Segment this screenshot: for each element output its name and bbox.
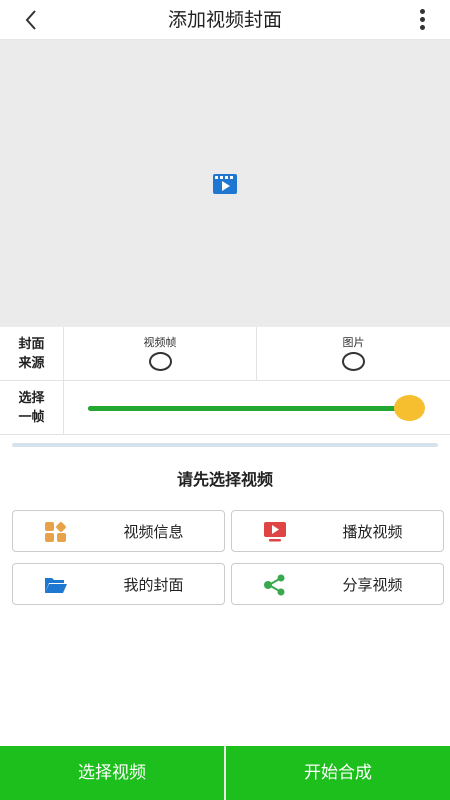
play-video-label: 播放视频: [342, 523, 403, 541]
slider-fill: [88, 406, 410, 411]
page-title: 添加视频封面: [167, 9, 282, 31]
my-cover-button[interactable]: 我的封面: [12, 563, 225, 605]
video-info-label: 视频信息: [123, 523, 184, 541]
share-video-button[interactable]: 分享视频: [231, 563, 444, 605]
frame-select-label: 选择一帧: [0, 381, 64, 434]
my-cover-label: 我的封面: [123, 576, 184, 594]
share-icon: [264, 574, 285, 596]
folder-open-icon: [45, 578, 67, 593]
video-preview-area[interactable]: [0, 40, 450, 327]
radio-image-circle[interactable]: [342, 351, 365, 371]
more-menu-button[interactable]: [418, 9, 426, 31]
frame-select-row: 选择一帧: [0, 381, 450, 435]
divider: [12, 443, 438, 447]
radio-image-label: 图片: [342, 335, 365, 349]
tv-play-icon: [264, 522, 286, 542]
radio-image[interactable]: 图片: [257, 327, 450, 381]
prompt-text: 请先选择视频: [176, 470, 273, 489]
frame-slider[interactable]: [88, 395, 428, 421]
play-video-button[interactable]: 播放视频: [231, 510, 444, 552]
share-video-label: 分享视频: [342, 576, 403, 594]
select-video-button[interactable]: 选择视频: [0, 746, 224, 800]
grid-shapes-icon: [45, 522, 66, 542]
cover-source-label: 封面来源: [0, 327, 64, 380]
more-vertical-icon: [419, 9, 425, 14]
slider-track: [88, 406, 410, 411]
start-compose-button[interactable]: 开始合成: [226, 746, 450, 800]
slider-thumb[interactable]: [394, 395, 425, 421]
cover-source-row: 封面来源 视频帧 图片: [0, 327, 450, 381]
radio-video-frame-label: 视频帧: [143, 335, 177, 349]
top-bar: 添加视频封面: [0, 0, 450, 40]
video-info-button[interactable]: 视频信息: [12, 510, 225, 552]
video-play-icon: [213, 174, 237, 194]
radio-video-frame[interactable]: 视频帧: [64, 327, 257, 381]
bottom-action-bar: 选择视频 开始合成: [0, 746, 450, 800]
radio-video-frame-circle[interactable]: [148, 351, 172, 371]
